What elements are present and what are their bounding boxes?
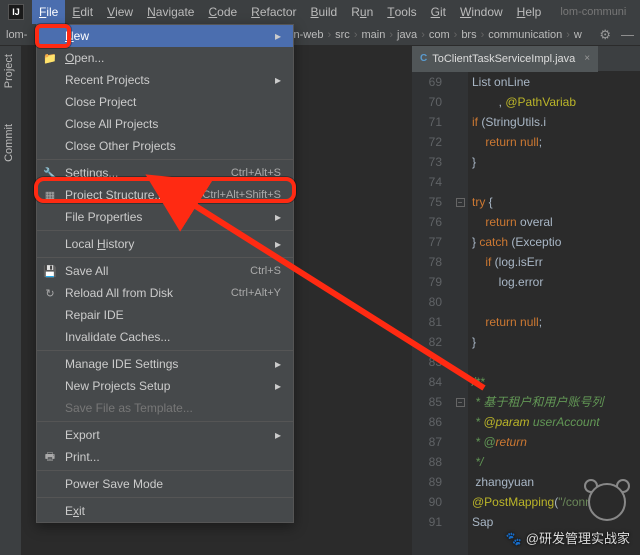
menu-item-export[interactable]: Export▸ xyxy=(37,424,293,446)
breadcrumb-item[interactable]: com xyxy=(429,29,461,41)
menu-view[interactable]: View xyxy=(100,0,140,24)
menu-item-project-structure[interactable]: ▦Project Structure...Ctrl+Alt+Shift+S xyxy=(37,184,293,206)
breadcrumb-item[interactable]: communication xyxy=(488,29,574,41)
menu-item-save-file-as-template: Save File as Template... xyxy=(37,397,293,419)
project-name: lom-communi xyxy=(560,6,626,18)
minimize-icon[interactable]: — xyxy=(621,27,634,42)
submenu-arrow-icon: ▸ xyxy=(275,29,281,43)
editor-tabs: C ToClientTaskServiceImpl.java × xyxy=(412,46,640,72)
file-menu-dropdown: New▸📁Open...Recent Projects▸Close Projec… xyxy=(36,24,294,523)
shortcut-label: Ctrl+Alt+Shift+S xyxy=(202,189,281,201)
menu-navigate[interactable]: Navigate xyxy=(140,0,201,24)
tool-sidebar: Project Commit xyxy=(0,46,22,555)
menu-git[interactable]: Git xyxy=(424,0,453,24)
menu-help[interactable]: Help xyxy=(510,0,549,24)
close-icon[interactable]: × xyxy=(584,53,590,64)
menu-file[interactable]: File xyxy=(32,0,65,24)
menu-item-print[interactable]: 🖶Print... xyxy=(37,446,293,468)
shortcut-label: Ctrl+S xyxy=(250,265,281,277)
menu-code[interactable]: Code xyxy=(201,0,244,24)
watermark-text: 🐾@研发管理实战家 xyxy=(506,528,630,547)
editor-tab[interactable]: C ToClientTaskServiceImpl.java × xyxy=(412,46,598,72)
submenu-arrow-icon: ▸ xyxy=(275,237,281,251)
paw-icon: 🐾 xyxy=(506,531,522,546)
menu-item-close-project[interactable]: Close Project xyxy=(37,91,293,113)
menu-item-exit[interactable]: Exit xyxy=(37,500,293,522)
editor-tab-label: ToClientTaskServiceImpl.java xyxy=(432,53,575,65)
breadcrumb-item[interactable]: main xyxy=(361,29,397,41)
menu-item-reload-all-from-disk[interactable]: ↻Reload All from DiskCtrl+Alt+Y xyxy=(37,282,293,304)
menu-item-new[interactable]: New▸ xyxy=(37,25,293,47)
reload-icon: ↻ xyxy=(43,286,57,300)
wrench-icon: 🔧 xyxy=(43,166,57,180)
menu-item-manage-ide-settings[interactable]: Manage IDE Settings▸ xyxy=(37,353,293,375)
shortcut-label: Ctrl+Alt+Y xyxy=(231,287,281,299)
menu-item-power-save-mode[interactable]: Power Save Mode xyxy=(37,473,293,495)
menu-run[interactable]: Run xyxy=(344,0,380,24)
breadcrumb-item[interactable]: src xyxy=(335,29,361,41)
menu-item-save-all[interactable]: 💾Save AllCtrl+S xyxy=(37,260,293,282)
menu-item-repair-ide[interactable]: Repair IDE xyxy=(37,304,293,326)
menu-item-file-properties[interactable]: File Properties▸ xyxy=(37,206,293,228)
submenu-arrow-icon: ▸ xyxy=(275,357,281,371)
menu-edit[interactable]: Edit xyxy=(65,0,100,24)
breadcrumb-trunc: lom- xyxy=(6,29,27,41)
java-class-icon: C xyxy=(420,53,427,64)
menu-build[interactable]: Build xyxy=(304,0,345,24)
watermark-logo xyxy=(584,479,630,525)
structure-icon: ▦ xyxy=(43,188,57,202)
menu-tools[interactable]: Tools xyxy=(380,0,423,24)
submenu-arrow-icon: ▸ xyxy=(275,73,281,87)
menu-item-new-projects-setup[interactable]: New Projects Setup▸ xyxy=(37,375,293,397)
breadcrumb-item[interactable]: brs xyxy=(461,29,488,41)
menu-item-recent-projects[interactable]: Recent Projects▸ xyxy=(37,69,293,91)
menu-item-open[interactable]: 📁Open... xyxy=(37,47,293,69)
breadcrumb-item[interactable]: on-web xyxy=(287,29,335,41)
sidebar-tab-label: Commit xyxy=(3,124,15,162)
submenu-arrow-icon: ▸ xyxy=(275,379,281,393)
menu-refactor[interactable]: Refactor xyxy=(244,0,303,24)
menubar: IJ FileEditViewNavigateCodeRefactorBuild… xyxy=(0,0,640,24)
menu-window[interactable]: Window xyxy=(453,0,510,24)
menu-item-close-all-projects[interactable]: Close All Projects xyxy=(37,113,293,135)
menu-item-settings[interactable]: 🔧Settings...Ctrl+Alt+S xyxy=(37,162,293,184)
menu-item-local-history[interactable]: Local History▸ xyxy=(37,233,293,255)
sidebar-tab-commit[interactable]: Commit xyxy=(0,116,18,170)
print-icon: 🖶 xyxy=(43,450,57,464)
gear-icon[interactable]: ⚙ xyxy=(599,27,611,43)
menu-item-invalidate-caches[interactable]: Invalidate Caches... xyxy=(37,326,293,348)
sidebar-tab-label: Project xyxy=(3,54,15,88)
shortcut-label: Ctrl+Alt+S xyxy=(231,167,281,179)
gutter-marks: −− xyxy=(452,72,468,555)
sidebar-tab-project[interactable]: Project xyxy=(0,46,18,96)
breadcrumb-item[interactable]: java xyxy=(397,29,429,41)
app-icon: IJ xyxy=(8,4,24,20)
submenu-arrow-icon: ▸ xyxy=(275,210,281,224)
submenu-arrow-icon: ▸ xyxy=(275,428,281,442)
save-icon: 💾 xyxy=(43,264,57,278)
breadcrumb-item[interactable]: w xyxy=(574,29,590,41)
line-gutter: 6970717273747576777879808182838485868788… xyxy=(412,72,452,555)
menu-item-close-other-projects[interactable]: Close Other Projects xyxy=(37,135,293,157)
folder-icon: 📁 xyxy=(43,51,57,65)
